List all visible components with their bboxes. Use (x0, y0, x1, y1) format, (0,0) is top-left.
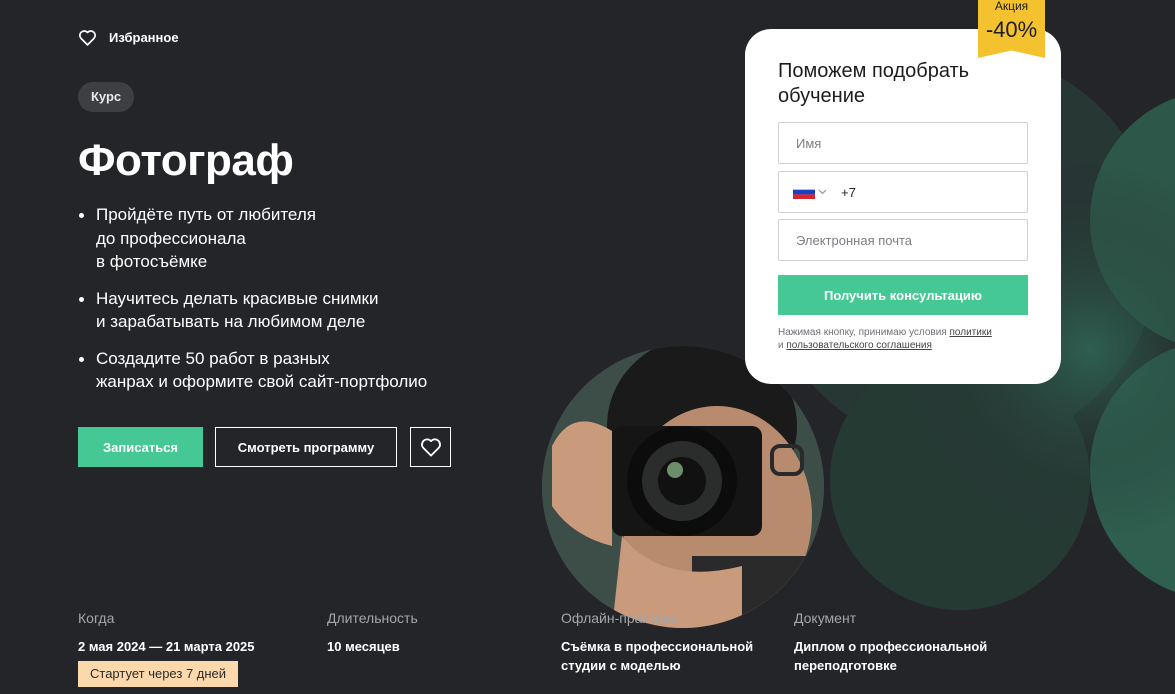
consent-text: Нажимая кнопку, принимаю условия политик… (778, 327, 992, 351)
info-when: Когда 2 мая 2024 — 21 марта 2025 (78, 610, 255, 656)
photographer-photo (542, 346, 824, 628)
name-field[interactable] (778, 122, 1028, 164)
when-label: Когда (78, 610, 115, 626)
sale-badge: Акция -40% (978, 0, 1045, 58)
phone-prefix: +7 (841, 184, 856, 200)
country-select[interactable] (793, 185, 827, 199)
duration-label: Длительность (327, 610, 418, 626)
list-item: Пройдёте путь от любителя до профессиона… (78, 203, 478, 274)
course-badge: Курс (78, 82, 135, 112)
enroll-button[interactable]: Записаться (78, 427, 203, 467)
document-label: Документ (794, 610, 857, 626)
user-agreement-link[interactable]: пользовательского соглашения (786, 340, 932, 351)
view-program-button[interactable]: Смотреть программу (215, 427, 397, 467)
add-favorite-button[interactable] (410, 427, 451, 467)
when-value: 2 мая 2024 — 21 марта 2025 (78, 639, 255, 654)
page-title: Фотограф (78, 136, 294, 185)
consultation-form: Поможем подобрать обучение +7 Получить к… (745, 29, 1061, 384)
phone-field[interactable]: +7 (778, 171, 1028, 213)
info-duration: Длительность 10 месяцев (327, 610, 418, 656)
list-item: Научитесь делать красивые снимки и зараб… (78, 287, 478, 334)
practice-label: Офлайн-практика (561, 610, 678, 626)
practice-value: Съёмка в профессиональной студии с модел… (561, 639, 754, 673)
sale-value: -40% (985, 17, 1038, 42)
favorites-link[interactable]: Избранное (78, 29, 179, 46)
email-field[interactable] (778, 219, 1028, 261)
info-document: Документ Диплом о профессиональной переп… (794, 610, 987, 675)
info-practice: Офлайн-практика Съёмка в профессионально… (561, 610, 753, 675)
sale-label: Акция (994, 0, 1029, 13)
policy-link[interactable]: политики (949, 327, 991, 338)
duration-value: 10 месяцев (327, 639, 400, 654)
chevron-down-icon (818, 189, 827, 195)
start-badge: Стартует через 7 дней (78, 661, 239, 687)
heart-icon (420, 438, 441, 457)
document-value: Диплом о профессиональной переподготовке (794, 639, 988, 673)
benefits-list: Пройдёте путь от любителя до профессиона… (78, 203, 478, 407)
list-item: Создадите 50 работ в разных жанрах и офо… (78, 347, 478, 394)
heart-icon (79, 30, 96, 46)
favorites-label: Избранное (109, 30, 179, 45)
russia-flag-icon (793, 185, 815, 199)
get-consultation-button[interactable]: Получить консультацию (778, 275, 1028, 315)
form-title: Поможем подобрать обучение (778, 60, 970, 107)
